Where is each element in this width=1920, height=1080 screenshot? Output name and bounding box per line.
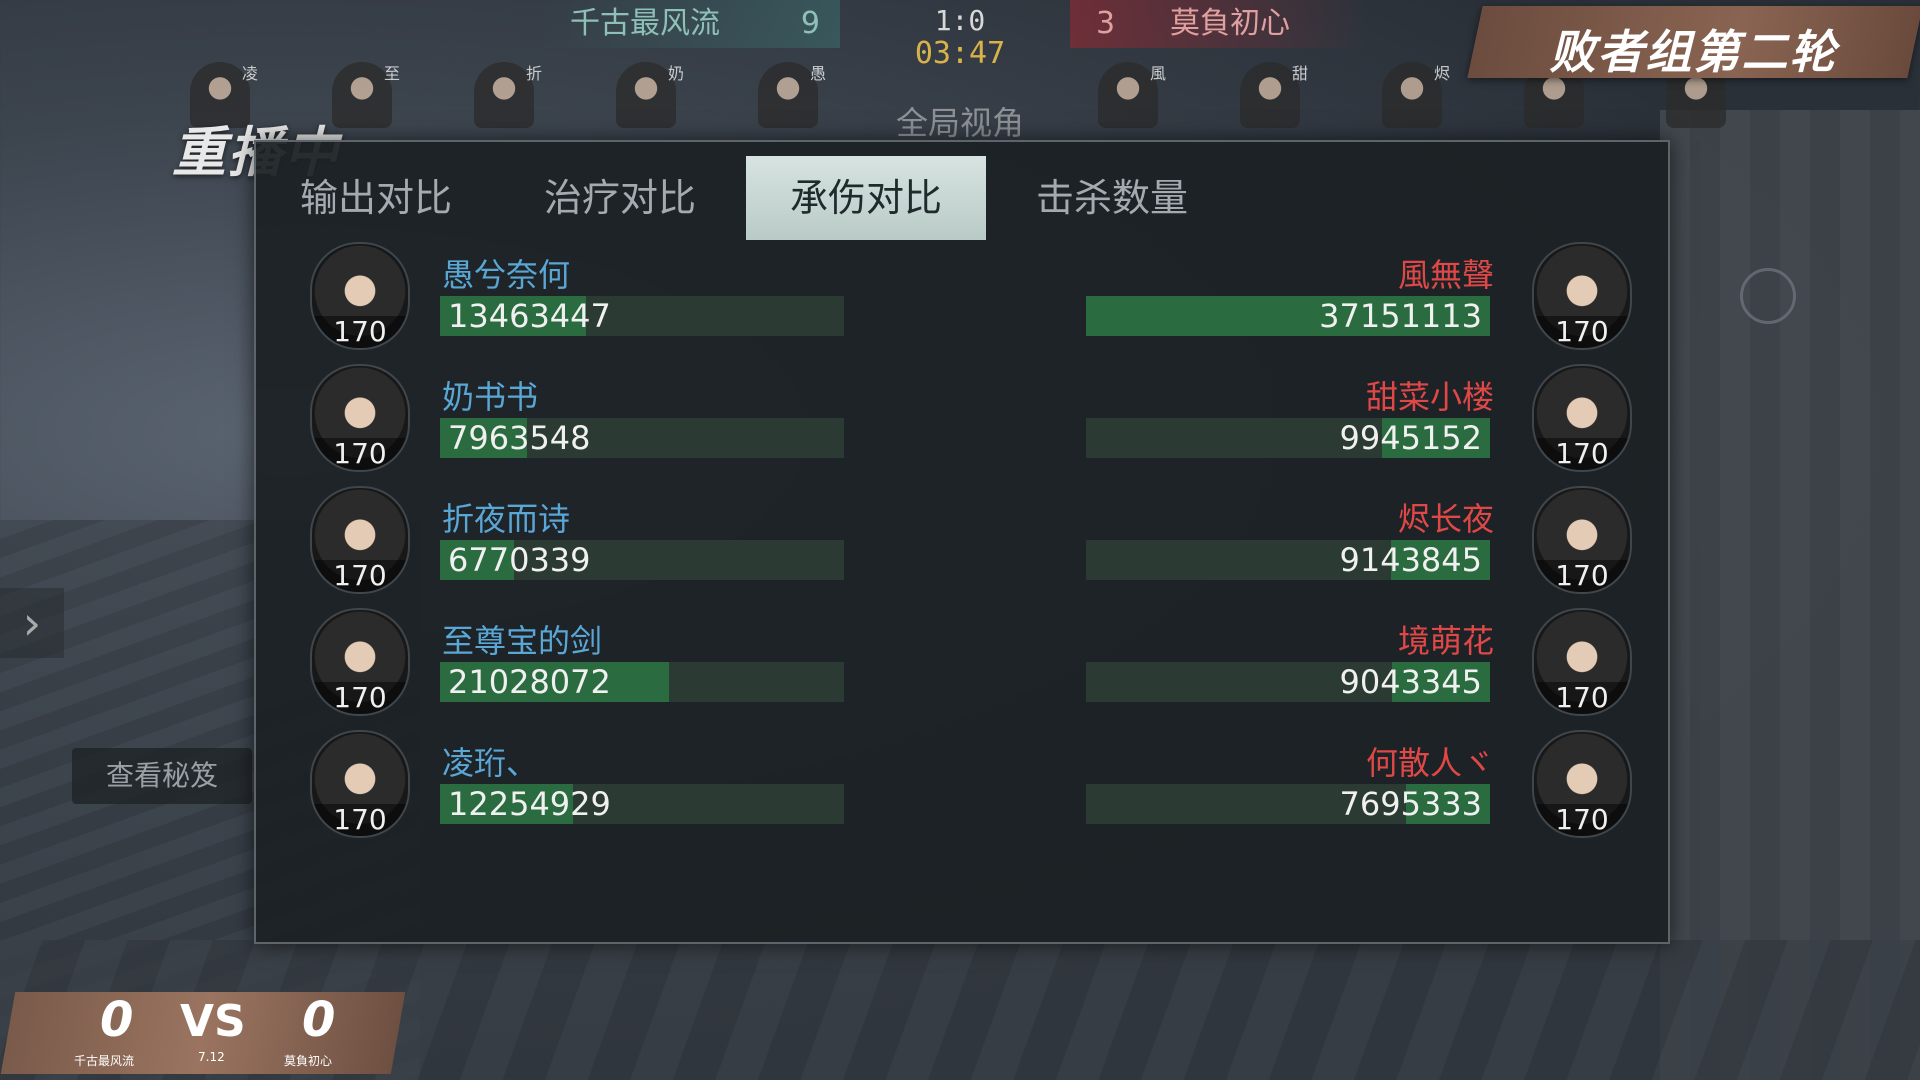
tab-healing[interactable]: 治疗对比 xyxy=(500,156,740,240)
player-level: 170 xyxy=(312,682,408,714)
view-mode-button[interactable]: 全局视角 xyxy=(860,98,1060,144)
damage-taken-bar: 9945152 xyxy=(1086,418,1490,458)
left-team-name: 千古最风流 xyxy=(570,6,720,41)
damage-taken-bar: 7963548 xyxy=(440,418,844,458)
player-avatar[interactable]: 170 xyxy=(1532,364,1632,472)
mini-tag: 愚 xyxy=(810,64,827,83)
player-avatar[interactable]: 170 xyxy=(1532,608,1632,716)
player-name: 甜菜小楼 xyxy=(1365,378,1494,416)
stats-row: 170 愚兮奈何 13463447 170 風無聲 37151113 xyxy=(256,242,1668,354)
damage-taken-bar: 6770339 xyxy=(440,540,844,580)
exit-icon[interactable] xyxy=(1740,268,1796,324)
mini-tag: 折 xyxy=(526,64,543,83)
player-level: 170 xyxy=(1534,804,1630,836)
player-name: 奶书书 xyxy=(442,378,539,416)
series-left-score: 0 xyxy=(100,992,134,1048)
left-team-bar: 千古最风流 9 xyxy=(540,0,840,48)
player-name: 何散人ヾ xyxy=(1365,744,1494,782)
damage-taken-bar: 13463447 xyxy=(440,296,844,336)
player-level: 170 xyxy=(1534,316,1630,348)
player-name: 境萌花 xyxy=(1397,622,1494,660)
series-right-team: 莫負初心 xyxy=(284,1054,333,1068)
mini-tag: 烬 xyxy=(1434,64,1451,83)
player-avatar[interactable]: 170 xyxy=(310,608,410,716)
mini-tag: 奶 xyxy=(668,64,685,83)
match-timer: 03:47 xyxy=(914,36,1006,71)
right-team-bar: 3 莫負初心 xyxy=(1070,0,1370,48)
damage-taken-value: 7963548 xyxy=(448,419,591,457)
damage-taken-value: 6770339 xyxy=(448,541,591,579)
mini-portrait[interactable] xyxy=(1098,62,1158,128)
stats-row: 170 凌珩、 12254929 170 何散人ヾ 7695333 xyxy=(256,730,1668,842)
right-team-kills: 3 xyxy=(1096,6,1116,41)
series-left-team: 千古最风流 xyxy=(74,1054,135,1068)
player-name: 至尊宝的剑 xyxy=(442,622,603,660)
damage-taken-bar: 21028072 xyxy=(440,662,844,702)
right-team-name: 莫負初心 xyxy=(1170,6,1290,41)
damage-taken-bar: 9143845 xyxy=(1086,540,1490,580)
expand-arrow-icon[interactable]: › xyxy=(0,588,64,658)
player-level: 170 xyxy=(1534,438,1630,470)
damage-taken-value: 12254929 xyxy=(448,785,611,823)
mini-tag: 風 xyxy=(1150,64,1167,83)
player-level: 170 xyxy=(312,316,408,348)
tab-damage-taken[interactable]: 承伤对比 xyxy=(746,156,986,240)
player-name: 凌珩、 xyxy=(442,744,539,782)
mini-portrait[interactable] xyxy=(1382,62,1442,128)
damage-taken-value: 9945152 xyxy=(1339,419,1482,457)
mini-tag: 甜 xyxy=(1292,64,1309,83)
damage-taken-value: 7695333 xyxy=(1339,785,1482,823)
mini-portrait[interactable] xyxy=(474,62,534,128)
player-avatar[interactable]: 170 xyxy=(310,364,410,472)
background-wall xyxy=(1660,110,1920,1080)
player-name: 愚兮奈何 xyxy=(442,256,571,294)
player-avatar[interactable]: 170 xyxy=(1532,486,1632,594)
round-title: 败者组第二轮 xyxy=(1549,25,1838,79)
player-name: 折夜而诗 xyxy=(442,500,571,538)
damage-taken-value: 9043345 xyxy=(1339,663,1482,701)
damage-taken-bar: 12254929 xyxy=(440,784,844,824)
player-level: 170 xyxy=(312,438,408,470)
series-score: 0 VS 0 千古最风流 7.12 莫負初心 xyxy=(0,992,406,1074)
match-score: 1:0 xyxy=(934,4,986,37)
mini-portrait[interactable] xyxy=(758,62,818,128)
stats-panel: 输出对比 治疗对比 承伤对比 击杀数量 170 愚兮奈何 13463447 170 風無… xyxy=(254,140,1670,944)
stats-row: 170 折夜而诗 6770339 170 烬长夜 9143845 xyxy=(256,486,1668,598)
damage-taken-bar: 37151113 xyxy=(1086,296,1490,336)
mini-portrait[interactable] xyxy=(616,62,676,128)
player-name: 風無聲 xyxy=(1397,256,1494,294)
player-avatar[interactable]: 170 xyxy=(310,486,410,594)
mini-tag: 至 xyxy=(384,64,401,83)
player-avatar[interactable]: 170 xyxy=(1532,242,1632,350)
damage-taken-bar: 9043345 xyxy=(1086,662,1490,702)
player-level: 170 xyxy=(1534,682,1630,714)
round-banner: 败者组第二轮 xyxy=(1467,6,1920,79)
player-avatar[interactable]: 170 xyxy=(310,730,410,838)
series-vs: VS xyxy=(180,996,246,1047)
left-team-kills: 9 xyxy=(800,6,820,41)
damage-taken-bar: 7695333 xyxy=(1086,784,1490,824)
damage-taken-value: 37151113 xyxy=(1319,297,1482,335)
stats-row: 170 奶书书 7963548 170 甜菜小楼 9945152 xyxy=(256,364,1668,476)
mini-tag: 凌 xyxy=(242,64,259,83)
damage-taken-value: 13463447 xyxy=(448,297,611,335)
stats-row: 170 至尊宝的剑 21028072 170 境萌花 9043345 xyxy=(256,608,1668,720)
series-version: 7.12 xyxy=(198,1050,225,1064)
player-level: 170 xyxy=(312,804,408,836)
tab-damage-output[interactable]: 输出对比 xyxy=(256,156,496,240)
player-level: 170 xyxy=(312,560,408,592)
tab-kills[interactable]: 击杀数量 xyxy=(992,156,1232,240)
damage-taken-value: 21028072 xyxy=(448,663,611,701)
mini-portrait[interactable] xyxy=(1240,62,1300,128)
view-secret-button[interactable]: 查看秘笈 xyxy=(72,748,252,804)
player-name: 烬长夜 xyxy=(1397,500,1494,538)
player-level: 170 xyxy=(1534,560,1630,592)
damage-taken-value: 9143845 xyxy=(1339,541,1482,579)
player-avatar[interactable]: 170 xyxy=(1532,730,1632,838)
player-avatar[interactable]: 170 xyxy=(310,242,410,350)
series-right-score: 0 xyxy=(302,992,336,1048)
mini-portrait[interactable] xyxy=(332,62,392,128)
